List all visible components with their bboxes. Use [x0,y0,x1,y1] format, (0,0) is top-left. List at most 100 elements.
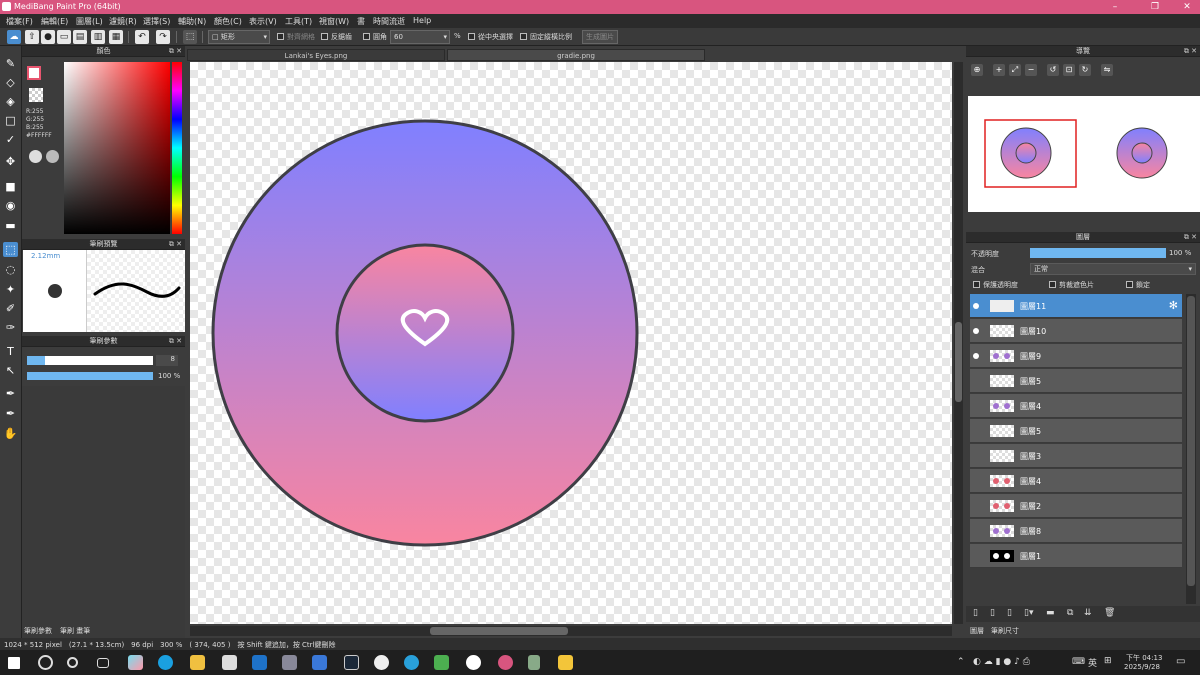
layer-row[interactable]: 圖層10 [970,319,1182,343]
store-icon[interactable] [222,655,237,670]
rotate-right-icon[interactable]: ↻ [1079,64,1091,76]
zoom-out-icon[interactable]: − [1025,64,1037,76]
fill-rect-icon[interactable]: ■ [3,179,18,194]
zoom-in-icon[interactable]: + [993,64,1005,76]
new-layer-menu-icon[interactable]: ▯▾ [1024,608,1033,618]
layer-row[interactable]: 圖層3 [970,444,1182,468]
snap-grid-checkbox[interactable] [277,33,284,40]
foreground-color-swatch[interactable] [27,66,41,80]
brush-size-slider[interactable] [27,356,153,365]
gradient-tool-icon[interactable]: ▬ [3,218,18,233]
check-tool-icon[interactable]: ✓ [3,132,18,147]
flip-icon[interactable]: ⇋ [1101,64,1113,76]
medibang-icon[interactable] [498,655,513,670]
undo-icon[interactable]: ↶ [135,30,149,44]
select-tool-icon[interactable]: ⬚ [3,242,18,257]
hand-tool-icon[interactable]: ✋ [3,426,18,441]
notification-icon[interactable]: ▭ [1176,656,1185,667]
brush-size-value[interactable]: 8 [156,355,178,366]
telegram-icon[interactable] [404,655,419,670]
dot-eraser-icon[interactable]: ◈ [3,94,18,109]
brush-tool-icon[interactable]: ✎ [3,56,18,71]
panel-float-close-icon[interactable]: ⧉ ✕ [169,336,182,347]
operation-tool-icon[interactable]: ↖ [3,363,18,378]
copilot-icon[interactable] [128,655,143,670]
panel-float-close-icon[interactable]: ⧉ ✕ [169,239,182,250]
layout-icon[interactable]: ▥ [91,30,105,44]
share-icon[interactable]: ⇧ [25,30,39,44]
menu-tools[interactable]: 工具(T) [285,16,312,27]
menu-color[interactable]: 顏色(C) [214,16,242,27]
navigator-preview[interactable] [968,96,1200,212]
search-icon[interactable] [38,655,53,670]
cloud-icon[interactable]: ☁ [7,30,21,44]
qq-icon[interactable] [374,655,389,670]
fix-ratio-checkbox[interactable] [520,33,527,40]
tab-lankais-eyes[interactable]: Lankai's Eyes.png [187,49,445,61]
clip-checkbox[interactable] [1049,281,1056,288]
rounded-value-input[interactable]: 60 ▾ [390,30,450,44]
ime-indicator[interactable]: 英 [1088,656,1097,669]
horizontal-scrollbar[interactable] [190,626,952,636]
steam-icon[interactable] [344,655,359,670]
layer-row[interactable]: 圖層9 [970,344,1182,368]
menu-view[interactable]: 表示(V) [249,16,277,27]
menu-layer[interactable]: 圖層(L) [76,16,103,27]
layer-row[interactable]: 圖層5 [970,369,1182,393]
app-icon[interactable] [282,655,297,670]
merge-down-icon[interactable]: ⇊ [1084,608,1092,618]
palette-icon[interactable] [46,150,59,163]
menu-assist[interactable]: 輔助(N) [178,16,206,27]
chrome-icon[interactable] [466,655,481,670]
drawing-canvas[interactable] [190,62,952,624]
antialias-checkbox[interactable] [321,33,328,40]
layer-row[interactable]: 圖層8 [970,519,1182,543]
hue-slider[interactable] [172,62,182,234]
folder-icon[interactable]: ▬ [1046,608,1055,618]
menu-help[interactable]: Help [413,16,431,25]
eraser-tool-icon[interactable]: ◇ [3,75,18,90]
redo-icon[interactable]: ↷ [156,30,170,44]
app3-icon[interactable] [434,655,449,670]
layer-opacity-slider[interactable] [1030,248,1166,258]
menu-select[interactable]: 選擇(S) [143,16,170,27]
panel-float-close-icon[interactable]: ⧉ ✕ [1184,232,1197,243]
rect-tool-icon[interactable]: □ [3,113,18,128]
visibility-eye-icon[interactable] [973,353,979,359]
layer-row[interactable]: 圖層4 [970,394,1182,418]
clock-time[interactable]: 下午 04:13 [1126,653,1162,663]
tab-brush-size[interactable]: 筆刷尺寸 [991,626,1019,636]
tab-gradie[interactable]: gradie.png [447,49,705,61]
menu-timelapse[interactable]: 時間流逝 [373,16,405,27]
edge-icon[interactable] [158,655,173,670]
keyboard-icon[interactable]: ⌨ [1072,657,1085,667]
saturation-value-picker[interactable] [64,62,170,234]
tab-brush[interactable]: 筆刷 畫筆 [60,626,90,636]
app2-icon[interactable] [312,655,327,670]
panel-float-close-icon[interactable]: ⧉ ✕ [169,46,182,57]
rotate-left-icon[interactable]: ↺ [1047,64,1059,76]
menu-filter[interactable]: 濾鏡(R) [109,16,137,27]
maximize-button[interactable]: ❐ [1138,0,1172,14]
eyedropper2-icon[interactable]: ✒ [3,406,18,421]
ime-mode-icon[interactable]: ⊞ [1104,656,1112,666]
visibility-eye-icon[interactable] [973,303,979,309]
panel-float-close-icon[interactable]: ⧉ ✕ [1184,46,1197,57]
vertical-scrollbar[interactable] [954,62,963,624]
start-icon[interactable] [8,657,20,669]
clock-date[interactable]: 2025/9/28 [1124,663,1160,671]
zoom-icon[interactable]: ⊕ [971,64,983,76]
layer-row[interactable]: 圖層11 ✻ [970,294,1182,318]
layer-list-scrollbar[interactable] [1186,294,1196,604]
menu-edit[interactable]: 編輯(E) [41,16,68,27]
delete-layer-icon[interactable]: 🗑 [1104,608,1115,618]
create-image-button[interactable]: 生成圖片 [582,30,618,44]
select-tool-icon[interactable]: ⬚ [183,30,197,44]
panel-icon[interactable]: ▤ [73,30,87,44]
fit-icon[interactable]: ⤢ [1009,64,1021,76]
tray-chevron-icon[interactable]: ⌃ [957,657,965,667]
layer-row[interactable]: 圖層4 [970,469,1182,493]
rounded-checkbox[interactable] [363,33,370,40]
app4-icon[interactable] [558,655,573,670]
magic-wand-icon[interactable]: ✦ [3,282,18,297]
